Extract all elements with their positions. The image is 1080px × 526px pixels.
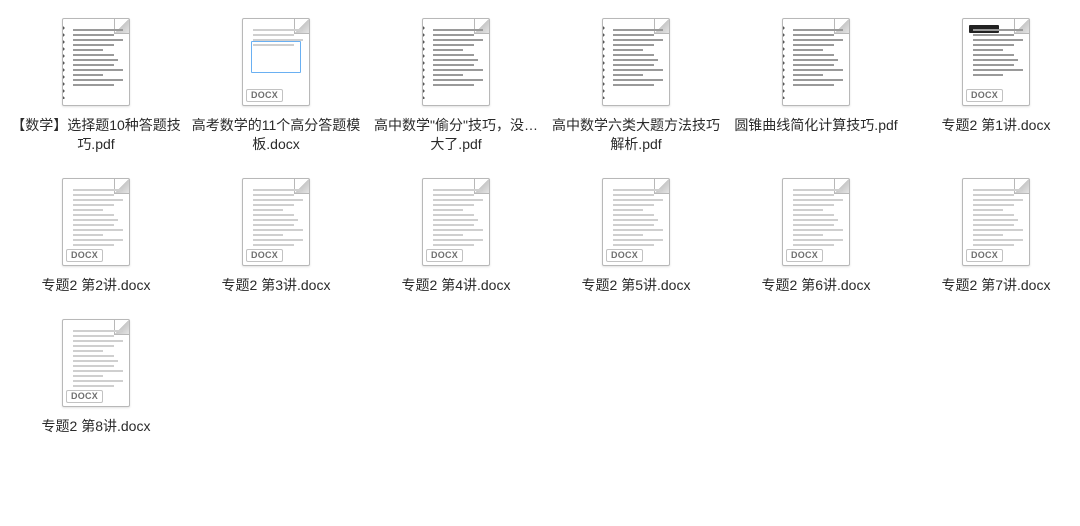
docx-badge: DOCX: [246, 249, 283, 262]
file-name-label: 专题2 第3讲.docx: [222, 276, 331, 295]
file-thumbnail: DOCX: [419, 172, 493, 266]
file-name-label: 专题2 第1讲.docx: [942, 116, 1051, 135]
file-item[interactable]: 圆锥曲线简化计算技巧.pdf: [728, 12, 904, 154]
docx-badge: DOCX: [966, 89, 1003, 102]
file-thumbnail: DOCX: [779, 172, 853, 266]
file-item[interactable]: 【数学】选择题10种答题技巧.pdf: [8, 12, 184, 154]
file-thumbnail: [59, 12, 133, 106]
pdf-document-icon: [62, 18, 130, 106]
docx-document-icon: DOCX: [422, 178, 490, 266]
file-thumbnail: DOCX: [239, 12, 313, 106]
file-name-label: 专题2 第5讲.docx: [582, 276, 691, 295]
file-item[interactable]: DOCX 专题2 第5讲.docx: [548, 172, 724, 295]
file-name-label: 圆锥曲线简化计算技巧.pdf: [734, 116, 897, 135]
file-item[interactable]: DOCX 专题2 第3讲.docx: [188, 172, 364, 295]
file-item[interactable]: 高中数学六类大题方法技巧解析.pdf: [548, 12, 724, 154]
file-item[interactable]: DOCX 专题2 第6讲.docx: [728, 172, 904, 295]
file-name-label: 专题2 第2讲.docx: [42, 276, 151, 295]
file-item[interactable]: DOCX 专题2 第1讲.docx: [908, 12, 1080, 154]
pdf-document-icon: [602, 18, 670, 106]
docx-badge: DOCX: [786, 249, 823, 262]
file-thumbnail: DOCX: [959, 12, 1033, 106]
pdf-document-icon: [422, 18, 490, 106]
file-thumbnail: [779, 12, 853, 106]
docx-badge: DOCX: [66, 249, 103, 262]
file-thumbnail: DOCX: [59, 172, 133, 266]
docx-document-icon: DOCX: [782, 178, 850, 266]
file-name-label: 高中数学六类大题方法技巧解析.pdf: [550, 116, 722, 154]
docx-document-icon: DOCX: [242, 18, 310, 106]
docx-badge: DOCX: [246, 89, 283, 102]
docx-badge: DOCX: [66, 390, 103, 403]
file-item[interactable]: DOCX 高考数学的11个高分答题模板.docx: [188, 12, 364, 154]
docx-document-icon: DOCX: [602, 178, 670, 266]
file-name-label: 专题2 第7讲.docx: [942, 276, 1051, 295]
file-name-label: 高考数学的11个高分答题模板.docx: [190, 116, 362, 154]
file-item[interactable]: 高中数学"偷分"技巧，没…大了.pdf: [368, 12, 544, 154]
docx-document-icon: DOCX: [962, 18, 1030, 106]
docx-badge: DOCX: [606, 249, 643, 262]
file-thumbnail: [419, 12, 493, 106]
file-name-label: 专题2 第8讲.docx: [42, 417, 151, 436]
pdf-document-icon: [782, 18, 850, 106]
docx-badge: DOCX: [966, 249, 1003, 262]
file-item[interactable]: DOCX 专题2 第4讲.docx: [368, 172, 544, 295]
docx-badge: DOCX: [426, 249, 463, 262]
docx-document-icon: DOCX: [62, 319, 130, 407]
file-name-label: 【数学】选择题10种答题技巧.pdf: [10, 116, 182, 154]
file-thumbnail: [599, 12, 673, 106]
docx-document-icon: DOCX: [962, 178, 1030, 266]
file-thumbnail: DOCX: [239, 172, 313, 266]
file-grid: 【数学】选择题10种答题技巧.pdf DOCX 高考数学的11个高分答题模板.doc…: [8, 12, 1072, 436]
file-item[interactable]: DOCX 专题2 第2讲.docx: [8, 172, 184, 295]
file-thumbnail: DOCX: [959, 172, 1033, 266]
file-name-label: 专题2 第4讲.docx: [402, 276, 511, 295]
file-name-label: 专题2 第6讲.docx: [762, 276, 871, 295]
docx-document-icon: DOCX: [62, 178, 130, 266]
docx-document-icon: DOCX: [242, 178, 310, 266]
file-item[interactable]: DOCX 专题2 第7讲.docx: [908, 172, 1080, 295]
file-thumbnail: DOCX: [599, 172, 673, 266]
file-item[interactable]: DOCX 专题2 第8讲.docx: [8, 313, 184, 436]
file-name-label: 高中数学"偷分"技巧，没…大了.pdf: [370, 116, 542, 154]
file-thumbnail: DOCX: [59, 313, 133, 407]
